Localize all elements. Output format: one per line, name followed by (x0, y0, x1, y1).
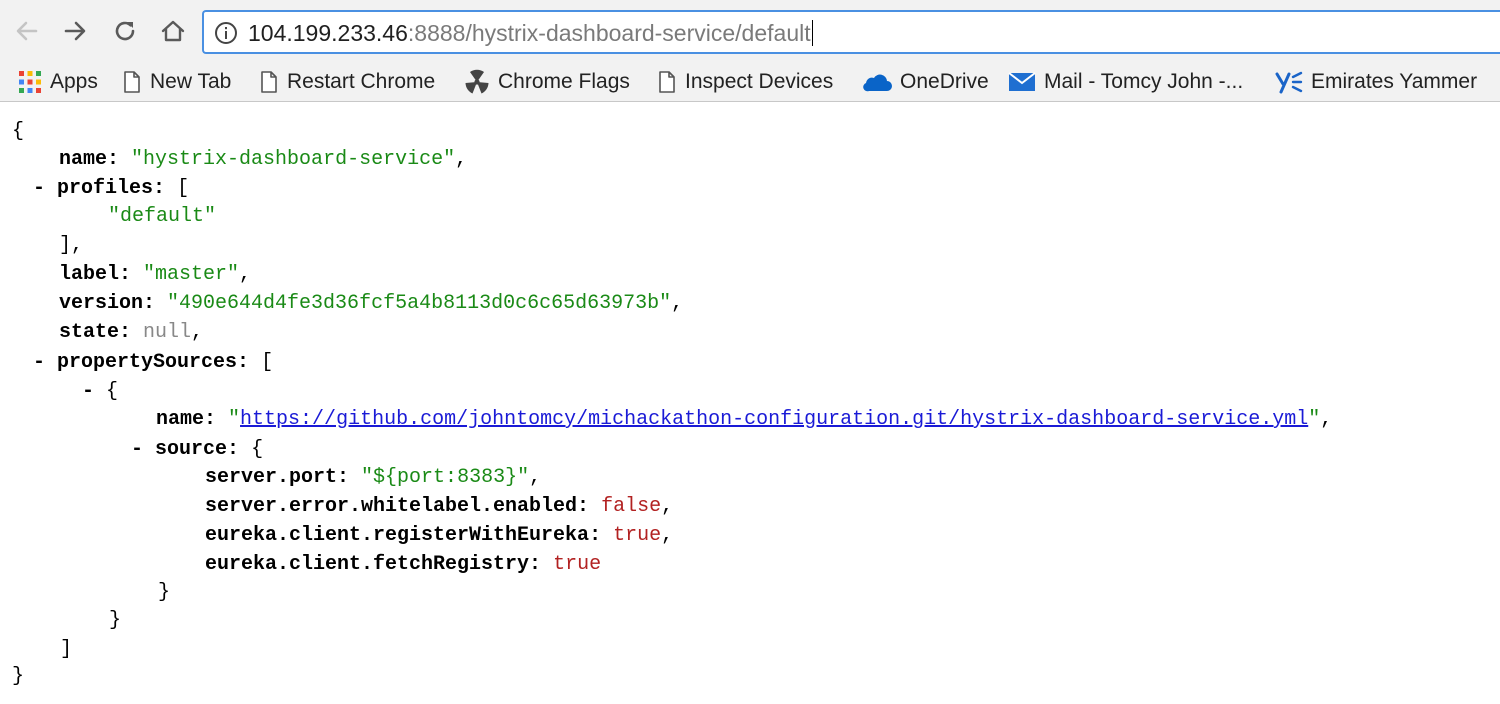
json-bracket: [ (261, 351, 274, 374)
json-string-value: "default" (108, 205, 217, 228)
json-item-close: } (109, 609, 122, 632)
json-row-property-sources: - propertySources: [ (33, 349, 273, 377)
json-key: server.port: (205, 466, 350, 489)
json-row-source-name: name: "https://github.com/johntomcy/mich… (156, 408, 1333, 431)
url-path: :8888/hystrix-dashboard-service/default (407, 20, 811, 46)
bookmark-label: Restart Chrome (287, 70, 436, 93)
json-key: name: (59, 148, 120, 171)
json-key: state: (59, 321, 132, 344)
bookmarks-bar: Apps New Tab Restart Chrome Chrome Flags… (0, 62, 1500, 102)
back-arrow-icon (16, 21, 38, 41)
json-key: server.error.whitelabel.enabled: (205, 495, 590, 518)
json-open-brace: { (12, 120, 25, 143)
json-key: label: (59, 263, 132, 286)
json-row-profiles: - profiles: [ (33, 175, 189, 203)
page-icon (659, 71, 675, 93)
bookmark-label: Inspect Devices (685, 70, 834, 93)
bookmark-mail[interactable]: Mail - Tomcy John -... (1008, 66, 1243, 98)
bookmark-label: OneDrive (900, 70, 989, 93)
json-row-state: state: null, (59, 321, 204, 344)
json-brace: { (106, 380, 119, 403)
json-string-value: "490e644d4fe3d36fcf5a4b8113d0c6c65d63973… (167, 292, 672, 315)
home-icon (161, 20, 185, 42)
page-icon (261, 71, 277, 93)
json-string-value: "master" (143, 263, 240, 286)
collapse-toggle[interactable]: - (33, 177, 45, 200)
json-close-brace: } (12, 665, 25, 688)
cloud-icon (863, 74, 892, 92)
browser-toolbar: 104.199.233.46:8888/hystrix-dashboard-se… (0, 0, 1500, 62)
info-icon[interactable] (214, 21, 238, 45)
url-host: 104.199.233.46 (248, 20, 408, 46)
json-row-fetch-registry: eureka.client.fetchRegistry: true (205, 551, 601, 579)
json-string-value: "${port:8383}" (361, 466, 530, 489)
bookmark-chrome-flags[interactable]: Chrome Flags (464, 66, 630, 98)
json-key: propertySources: (57, 351, 250, 374)
json-string-value: "hystrix-dashboard-service" (131, 148, 456, 171)
address-bar[interactable]: 104.199.233.46:8888/hystrix-dashboard-se… (202, 10, 1500, 54)
json-row-label: label: "master", (59, 263, 252, 286)
reload-icon (115, 21, 135, 41)
json-row-name: name: "hystrix-dashboard-service", (59, 148, 468, 171)
bookmark-label: Chrome Flags (498, 70, 630, 93)
yammer-icon (1275, 71, 1303, 94)
json-key: source: (155, 438, 240, 461)
bookmark-restart-chrome[interactable]: Restart Chrome (259, 66, 435, 98)
page-icon (124, 71, 140, 93)
bookmark-label: Emirates Yammer (1311, 70, 1478, 93)
source-url-link[interactable]: https://github.com/johntomcy/michackatho… (240, 408, 1308, 431)
url-text[interactable]: 104.199.233.46:8888/hystrix-dashboard-se… (248, 19, 813, 47)
json-boolean-value: true (553, 553, 602, 576)
json-brace: { (251, 438, 264, 461)
json-key: eureka.client.registerWithEureka: (205, 524, 602, 547)
json-row-register-with-eureka: eureka.client.registerWithEureka: true, (205, 524, 674, 547)
json-key: version: (59, 292, 156, 315)
json-row-profiles-close: ], (59, 234, 84, 257)
collapse-toggle[interactable]: - (131, 438, 143, 461)
bookmark-apps[interactable]: Apps (18, 66, 98, 98)
radiation-icon (465, 69, 489, 94)
json-null-value: null (143, 321, 192, 344)
forward-arrow-icon (64, 21, 86, 41)
json-row-version: version: "490e644d4fe3d36fcf5a4b8113d0c6… (59, 292, 684, 315)
bookmark-label: Apps (50, 70, 98, 93)
json-row-profile-item: "default" (108, 203, 216, 231)
bookmark-label: Mail - Tomcy John -... (1044, 70, 1244, 93)
json-source-close: } (158, 581, 171, 604)
json-property-sources-close: ] (60, 638, 73, 661)
json-row-server-port: server.port: "${port:8383}", (205, 466, 542, 489)
bookmark-onedrive[interactable]: OneDrive (862, 66, 989, 98)
text-caret (811, 20, 813, 46)
json-bracket: [ (177, 177, 190, 200)
json-row-source-item: - { (82, 378, 118, 406)
json-row-whitelabel: server.error.whitelabel.enabled: false, (205, 495, 674, 518)
json-viewer: { name: "hystrix-dashboard-service", - p… (0, 104, 1500, 704)
reload-button[interactable] (108, 14, 142, 48)
back-button[interactable] (10, 14, 44, 48)
json-key: name: (156, 408, 217, 431)
bookmark-emirates-yammer[interactable]: Emirates Yammer (1275, 66, 1477, 98)
json-boolean-value: false (601, 495, 662, 518)
bookmark-label: New Tab (150, 70, 232, 93)
json-key: eureka.client.fetchRegistry: (205, 553, 542, 576)
bookmark-new-tab[interactable]: New Tab (122, 66, 231, 98)
json-key: profiles: (57, 177, 166, 200)
home-button[interactable] (156, 14, 190, 48)
json-boolean-value: true (613, 524, 662, 547)
apps-grid-icon (19, 71, 41, 93)
bookmark-inspect-devices[interactable]: Inspect Devices (657, 66, 833, 98)
collapse-toggle[interactable]: - (33, 351, 45, 374)
mail-icon (1008, 72, 1036, 91)
json-row-source: - source: { (131, 436, 263, 464)
forward-button[interactable] (58, 14, 92, 48)
collapse-toggle[interactable]: - (82, 380, 94, 403)
